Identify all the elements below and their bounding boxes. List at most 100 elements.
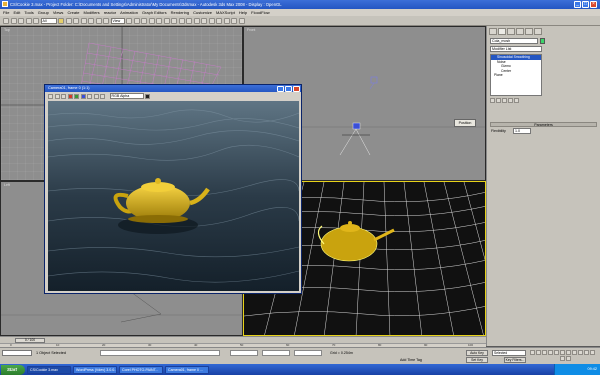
go-to-end-button[interactable] xyxy=(554,350,559,355)
undo-button[interactable] xyxy=(3,17,9,24)
region-select-button[interactable] xyxy=(73,17,79,24)
scale-button[interactable] xyxy=(103,17,109,24)
percent-snap-button[interactable] xyxy=(156,17,162,24)
make-unique-button[interactable] xyxy=(502,98,507,103)
add-time-tag[interactable]: Add Time Tag xyxy=(400,358,422,362)
selection-filter-dropdown[interactable]: All xyxy=(40,17,57,24)
menu-floodflow[interactable]: FloodFlow xyxy=(251,10,269,15)
copy-image-button[interactable] xyxy=(54,93,60,99)
play-button[interactable] xyxy=(542,350,547,355)
frame-maximize-button[interactable] xyxy=(285,85,292,92)
zoom-extents-button[interactable] xyxy=(572,350,577,355)
channel-dropdown[interactable]: RGB Alpha xyxy=(109,93,144,99)
menu-help[interactable]: Help xyxy=(239,10,247,15)
fov-button[interactable] xyxy=(584,350,589,355)
set-key-button[interactable]: Set Key xyxy=(466,357,488,363)
named-selection-button[interactable] xyxy=(171,17,177,24)
menu-rendering[interactable]: Rendering xyxy=(171,10,189,15)
green-channel-button[interactable] xyxy=(74,93,79,99)
close-button[interactable]: × xyxy=(590,1,597,8)
red-channel-button[interactable] xyxy=(67,93,73,99)
clear-button[interactable] xyxy=(100,93,105,99)
menu-group[interactable]: Group xyxy=(38,10,49,15)
z-coordinate-field[interactable] xyxy=(294,350,322,356)
key-filters-button[interactable]: Key Filters... xyxy=(504,357,526,363)
show-end-result-button[interactable] xyxy=(496,98,501,103)
maxscript-listener[interactable] xyxy=(2,350,32,356)
monochrome-button[interactable] xyxy=(93,93,99,99)
menu-maxscript[interactable]: MAXScript xyxy=(216,10,235,15)
menu-animation[interactable]: Animation xyxy=(120,10,138,15)
utilities-tab[interactable] xyxy=(534,28,542,35)
frame-minimize-button[interactable] xyxy=(277,85,284,92)
zoom-extents-all-button[interactable] xyxy=(578,350,583,355)
configure-sets-button[interactable] xyxy=(514,98,519,103)
orbit-button[interactable] xyxy=(560,356,565,361)
remove-modifier-button[interactable] xyxy=(508,98,513,103)
viewport-label-top[interactable]: Top xyxy=(4,28,10,32)
blue-channel-button[interactable] xyxy=(80,93,86,99)
hierarchy-tab[interactable] xyxy=(507,28,515,35)
modify-tab[interactable] xyxy=(498,28,506,35)
menu-graph-editors[interactable]: Graph Editors xyxy=(142,10,167,15)
position-button[interactable]: Position xyxy=(454,119,476,127)
zoom-all-button[interactable] xyxy=(566,350,571,355)
x-coordinate-field[interactable] xyxy=(230,350,258,356)
previous-frame-button[interactable] xyxy=(536,350,541,355)
menu-create[interactable]: Create xyxy=(67,10,79,15)
angle-snap-button[interactable] xyxy=(148,17,155,24)
object-name-field[interactable]: Cola_mosh xyxy=(490,38,538,44)
flexibility-spinner[interactable]: 1.0 xyxy=(513,128,531,134)
clone-window-button[interactable] xyxy=(61,93,66,99)
pan-button[interactable] xyxy=(590,350,595,355)
menu-file[interactable]: File xyxy=(3,10,9,15)
taskbar-item-camera-frame[interactable]: Camera01, frame 0 ... xyxy=(165,365,209,374)
object-color-swatch[interactable] xyxy=(540,38,545,44)
select-object-button[interactable] xyxy=(58,17,64,24)
taskbar-item-wordpress[interactable]: WordPress (Vdev) 3.0.0... xyxy=(73,365,117,374)
parameters-rollout[interactable]: Parameters xyxy=(490,122,597,127)
next-frame-button[interactable] xyxy=(548,350,553,355)
taskbar-item-corel[interactable]: Corel PHOTO-PAINT... xyxy=(119,365,163,374)
start-button[interactable]: Start xyxy=(1,364,25,375)
time-slider-bar[interactable]: 0 / 100 xyxy=(0,336,486,343)
quick-render-button[interactable] xyxy=(238,17,245,24)
y-coordinate-field[interactable] xyxy=(262,350,290,356)
manipulate-button[interactable] xyxy=(133,17,140,24)
material-editor-button[interactable] xyxy=(216,17,222,24)
pin-stack-button[interactable] xyxy=(490,98,495,103)
zoom-button[interactable] xyxy=(560,350,565,355)
modifier-list-dropdown[interactable]: Modifier List xyxy=(490,46,542,52)
schematic-view-button[interactable] xyxy=(208,17,215,24)
menu-edit[interactable]: Edit xyxy=(13,10,20,15)
menu-modifiers[interactable]: Modifiers xyxy=(83,10,99,15)
pivot-center-button[interactable] xyxy=(126,17,132,24)
spinner-snap-button[interactable] xyxy=(163,17,170,24)
render-setup-button[interactable] xyxy=(223,17,230,24)
key-mode-dropdown[interactable]: Selected xyxy=(492,350,526,356)
bind-spacewarp-button[interactable] xyxy=(33,17,39,24)
menu-tools[interactable]: Tools xyxy=(24,10,33,15)
reference-coordinate-dropdown[interactable]: View xyxy=(110,17,125,24)
taskbar-item-3dsmax[interactable]: CS\Cookie 3.max xyxy=(27,365,71,374)
create-tab[interactable] xyxy=(489,28,497,35)
align-button[interactable] xyxy=(186,17,192,24)
auto-key-button[interactable]: Auto Key xyxy=(466,350,488,356)
redo-button[interactable] xyxy=(10,17,17,24)
layer-manager-button[interactable] xyxy=(193,17,200,24)
rotate-button[interactable] xyxy=(95,17,102,24)
menu-customize[interactable]: Customize xyxy=(193,10,212,15)
maximize-viewport-button[interactable] xyxy=(566,356,571,361)
viewport-label-front[interactable]: Front xyxy=(247,28,255,32)
save-image-button[interactable] xyxy=(48,93,53,99)
select-by-name-button[interactable] xyxy=(65,17,72,24)
viewport-label-left[interactable]: Left xyxy=(4,183,10,187)
alpha-channel-button[interactable] xyxy=(87,93,92,99)
render-frame-button[interactable] xyxy=(231,17,237,24)
minimize-button[interactable]: _ xyxy=(574,1,581,8)
maximize-button[interactable]: □ xyxy=(582,1,589,8)
link-button[interactable] xyxy=(18,17,24,24)
snap-toggle-button[interactable] xyxy=(141,17,147,24)
menu-views[interactable]: Views xyxy=(53,10,64,15)
stack-item-plane[interactable]: Plane xyxy=(491,73,541,78)
